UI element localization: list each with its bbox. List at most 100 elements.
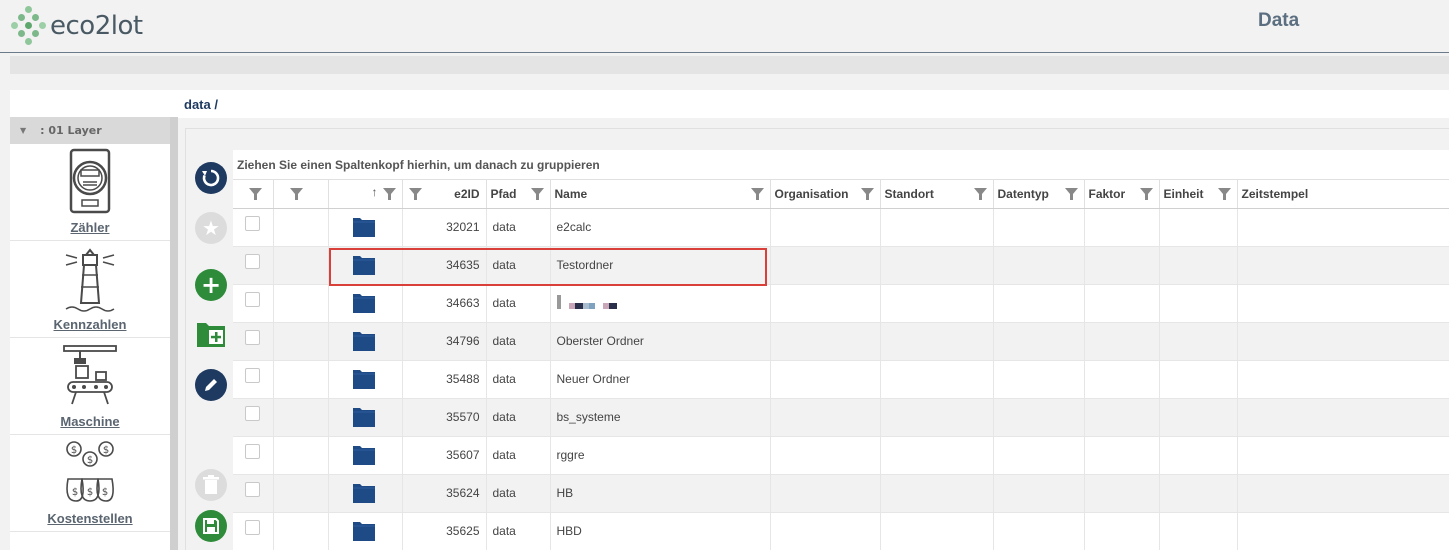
row-checkbox-cell <box>233 208 274 247</box>
cell-zeitstempel <box>1237 474 1449 513</box>
sort-ascending-icon[interactable]: ↑ <box>372 185 378 199</box>
sidebar-item-zaehler[interactable]: Zähler <box>10 144 170 241</box>
sidebar-scrollbar[interactable] <box>170 117 178 550</box>
sidebar-header <box>10 90 178 117</box>
row-checkbox[interactable] <box>245 216 260 232</box>
add-icon: + <box>200 271 222 299</box>
sidebar-item-label: Kostenstellen <box>47 511 133 526</box>
column-header-organisation[interactable]: Organisation <box>770 180 881 209</box>
row-checkbox[interactable] <box>245 254 260 270</box>
folder-icon <box>352 294 375 313</box>
svg-text:$: $ <box>102 487 108 498</box>
cell-faktor <box>1084 284 1160 323</box>
filter-icon[interactable] <box>249 188 262 200</box>
cell-pfad: data <box>486 246 551 285</box>
row-checkbox[interactable] <box>245 406 260 422</box>
cell-blank <box>273 474 329 513</box>
cell-e2id: 34663 <box>402 284 487 323</box>
column-label: Name <box>554 186 588 201</box>
filter-icon[interactable] <box>860 188 874 200</box>
lighthouse-icon <box>65 248 115 312</box>
save-button[interactable] <box>195 510 227 542</box>
edit-button[interactable] <box>195 369 227 401</box>
sidebar-item-label: Zähler <box>70 220 110 235</box>
cell-e2id: 35570 <box>402 398 487 437</box>
cell-organisation <box>770 322 881 361</box>
group-drop-area[interactable]: Ziehen Sie einen Spaltenkopf hierhin, um… <box>233 150 1449 180</box>
row-checkbox[interactable] <box>245 482 260 498</box>
sidebar-item-kostenstellen[interactable]: $ $ $ $ $ $ Kostenstellen <box>10 435 170 532</box>
add-button[interactable]: + <box>195 269 227 301</box>
svg-text:$: $ <box>87 455 93 466</box>
cell-blank <box>273 246 329 285</box>
folder-icon <box>352 256 375 275</box>
row-checkbox[interactable] <box>245 444 260 460</box>
filter-icon[interactable] <box>382 188 396 200</box>
column-header-select[interactable] <box>233 180 274 209</box>
row-checkbox[interactable] <box>245 368 260 384</box>
delete-button[interactable] <box>195 469 227 501</box>
cell-pfad: data <box>486 208 551 247</box>
sub-toolbar-strip <box>10 56 1449 74</box>
column-label: Datentyp <box>997 186 1049 201</box>
filter-icon[interactable] <box>1139 188 1153 200</box>
cell-faktor <box>1084 246 1160 285</box>
sidebar-item-label: Kennzahlen <box>53 317 127 332</box>
table-row[interactable]: 35607 data rggre <box>233 436 1449 475</box>
sidebar-item-maschine[interactable]: Maschine <box>10 338 170 435</box>
column-header-faktor[interactable]: Faktor <box>1084 180 1160 209</box>
meter-icon <box>69 148 111 214</box>
sidebar-item-kennzahlen[interactable]: Kennzahlen <box>10 241 170 338</box>
cell-blank <box>273 512 329 550</box>
delete-icon <box>203 475 219 494</box>
layer-group-header[interactable]: ▼ : 01 Layer <box>10 117 178 144</box>
layer-label: : 01 Layer <box>40 124 102 137</box>
column-header-zeitstempel[interactable]: Zeitstempel <box>1237 180 1449 209</box>
column-header-pfad[interactable]: Pfad <box>486 180 551 209</box>
table-row[interactable]: 35625 data HBD <box>233 512 1449 550</box>
table-row[interactable]: 35624 data HB <box>233 474 1449 513</box>
table-row[interactable]: 34635 data Testordner <box>233 246 1449 285</box>
filter-icon[interactable] <box>1217 188 1231 200</box>
table-row[interactable]: 35488 data Neuer Ordner <box>233 360 1449 399</box>
column-header-blank[interactable] <box>273 180 329 209</box>
filter-icon[interactable] <box>973 188 987 200</box>
column-header-datentyp[interactable]: Datentyp <box>993 180 1085 209</box>
filter-icon[interactable] <box>1064 188 1078 200</box>
folder-icon <box>352 370 375 389</box>
filter-icon[interactable] <box>750 188 764 200</box>
logo[interactable]: eco2lot <box>10 4 143 48</box>
sidebar: ▼ : 01 Layer Zähler Kennzahlen Maschine … <box>10 90 178 550</box>
favorite-button[interactable]: ★ <box>195 212 227 244</box>
cell-e2id: 34635 <box>402 246 487 285</box>
row-checkbox[interactable] <box>245 292 260 308</box>
cell-type <box>328 512 403 550</box>
row-checkbox[interactable] <box>245 330 260 346</box>
breadcrumb[interactable]: data / <box>184 97 218 112</box>
cell-name: HBD <box>556 524 582 538</box>
cell-type <box>328 360 403 399</box>
filter-icon[interactable] <box>530 188 544 200</box>
column-label: Zeitstempel <box>1241 186 1309 201</box>
row-checkbox[interactable] <box>245 520 260 536</box>
refresh-button[interactable] <box>195 162 227 194</box>
cell-name-wrap: Testordner <box>550 246 771 285</box>
cell-standort <box>880 322 994 361</box>
table-row[interactable]: 35570 data bs_systeme <box>233 398 1449 437</box>
column-header-type[interactable]: ↑ <box>328 180 403 209</box>
filter-icon[interactable] <box>408 188 422 200</box>
filter-icon[interactable] <box>289 188 303 200</box>
table-row[interactable]: 34663 data <box>233 284 1449 323</box>
cell-type <box>328 208 403 247</box>
column-header-standort[interactable]: Standort <box>880 180 994 209</box>
cell-faktor <box>1084 512 1160 550</box>
column-header-name[interactable]: Name <box>550 180 771 209</box>
add-folder-button[interactable] <box>195 318 227 350</box>
folder-icon <box>352 218 375 237</box>
column-header-e2id[interactable]: e2ID <box>402 180 487 209</box>
cell-einheit <box>1159 246 1238 285</box>
table-row[interactable]: 32021 data e2calc <box>233 208 1449 247</box>
table-row[interactable]: 34796 data Oberster Ordner <box>233 322 1449 361</box>
column-header-einheit[interactable]: Einheit <box>1159 180 1238 209</box>
cell-e2id: 34796 <box>402 322 487 361</box>
